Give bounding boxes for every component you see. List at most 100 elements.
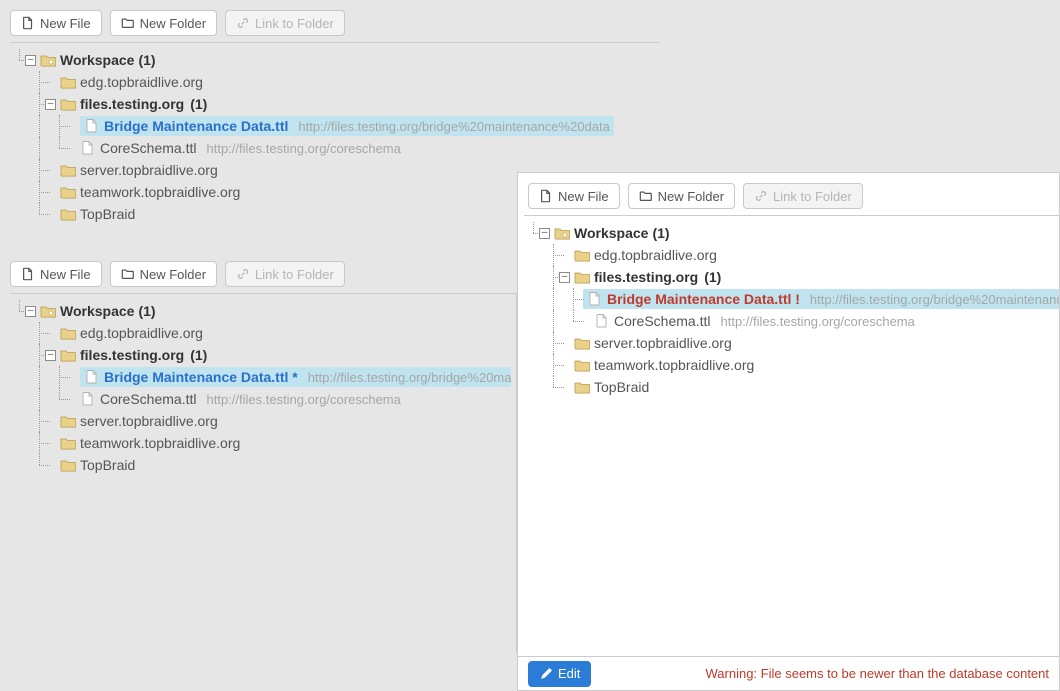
tree-label: CoreSchema.ttl: [100, 391, 196, 407]
new-folder-button[interactable]: New Folder: [628, 183, 735, 209]
tree-label: Bridge Maintenance Data.ttl !: [607, 291, 800, 307]
folder-fill-icon: [574, 379, 590, 395]
collapse-toggle[interactable]: –: [539, 228, 550, 239]
file-icon: [21, 267, 35, 281]
new-folder-label: New Folder: [140, 268, 206, 281]
link-to-folder-button: Link to Folder: [225, 261, 345, 287]
folder-icon: [121, 267, 135, 281]
tree-item-teamwork[interactable]: teamwork.topbraidlive.org: [524, 354, 1059, 376]
tree-label: TopBraid: [80, 206, 135, 222]
tree-label: server.topbraidlive.org: [80, 162, 218, 178]
tree-item-edg[interactable]: edg.topbraidlive.org: [524, 244, 1059, 266]
tree-uri: http://files.testing.org/bridge%20ma: [308, 370, 512, 385]
tree-item-files-testing[interactable]: – files.testing.org (1): [524, 266, 1059, 288]
link-to-folder-button: Link to Folder: [743, 183, 863, 209]
bottom-bar: Edit Warning: File seems to be newer tha…: [518, 656, 1059, 690]
tree-item-files-testing[interactable]: – files.testing.org (1): [10, 344, 516, 366]
link-icon: [754, 189, 768, 203]
file-icon: [539, 189, 553, 203]
toolbar: New File New Folder Link to Folder: [518, 173, 1059, 215]
tree-item-edg[interactable]: edg.topbraidlive.org: [10, 322, 516, 344]
tree-item-coreschema[interactable]: CoreSchema.ttl http://files.testing.org/…: [524, 310, 1059, 332]
tree-count: (1): [652, 225, 669, 241]
tree-uri: http://files.testing.org/coreschema: [206, 392, 400, 407]
tree-right: – Workspace (1) edg.topbraidlive.org – f…: [524, 215, 1059, 408]
tree-item-coreschema[interactable]: CoreSchema.ttl http://files.testing.org/…: [10, 137, 660, 159]
panel-bottom-left: New File New Folder Link to Folder – Wor…: [0, 251, 517, 691]
tree-uri: http://files.testing.org/coreschema: [720, 314, 914, 329]
tree-item-topbraid[interactable]: TopBraid: [524, 376, 1059, 398]
new-file-label: New File: [40, 17, 91, 30]
folder-fill-icon: [60, 74, 76, 90]
tree-bottom-left: – Workspace (1) edg.topbraidlive.org – f…: [10, 293, 517, 653]
doc-icon: [587, 291, 603, 307]
file-icon: [21, 16, 35, 30]
tree-label: CoreSchema.ttl: [100, 140, 196, 156]
folder-fill-icon: [60, 162, 76, 178]
tree-label: CoreSchema.ttl: [614, 313, 710, 329]
folder-icon: [639, 189, 653, 203]
tree-label: Workspace: [60, 52, 134, 68]
warning-text: Warning: File seems to be newer than the…: [706, 666, 1050, 681]
new-file-button[interactable]: New File: [10, 261, 102, 287]
tree-label: server.topbraidlive.org: [80, 413, 218, 429]
tree-item-bridge[interactable]: Bridge Maintenance Data.ttl http://files…: [10, 115, 660, 137]
tree-item-bridge[interactable]: Bridge Maintenance Data.ttl * http://fil…: [10, 366, 516, 388]
tree-count: (1): [190, 347, 207, 363]
tree-root[interactable]: – Workspace (1): [524, 222, 1059, 244]
tree-count: (1): [138, 52, 155, 68]
new-file-button[interactable]: New File: [10, 10, 102, 36]
folder-fill-icon: [60, 184, 76, 200]
new-file-label: New File: [558, 190, 609, 203]
tree-uri: http://files.testing.org/coreschema: [206, 141, 400, 156]
link-to-folder-label: Link to Folder: [773, 190, 852, 203]
edit-button[interactable]: Edit: [528, 661, 591, 687]
tree-item-topbraid[interactable]: TopBraid: [10, 454, 516, 476]
panel-right: New File New Folder Link to Folder – Wor…: [517, 172, 1060, 691]
collapse-toggle[interactable]: –: [25, 55, 36, 66]
tree-item-teamwork[interactable]: teamwork.topbraidlive.org: [10, 432, 516, 454]
toolbar: New File New Folder Link to Folder: [0, 0, 660, 42]
tree-item-server[interactable]: server.topbraidlive.org: [524, 332, 1059, 354]
tree-root[interactable]: – Workspace (1): [10, 300, 516, 322]
folder-special-icon: [40, 52, 56, 68]
tree-label: Bridge Maintenance Data.ttl *: [104, 369, 298, 385]
folder-fill-icon: [60, 206, 76, 222]
collapse-toggle[interactable]: –: [45, 99, 56, 110]
tree-label: files.testing.org: [80, 347, 184, 363]
link-icon: [236, 16, 250, 30]
doc-icon: [594, 313, 610, 329]
folder-fill-icon: [60, 96, 76, 112]
tree-label: Workspace: [574, 225, 648, 241]
tree-item-server[interactable]: server.topbraidlive.org: [10, 410, 516, 432]
doc-icon: [80, 140, 96, 156]
tree-item-coreschema[interactable]: CoreSchema.ttl http://files.testing.org/…: [10, 388, 516, 410]
tree-label: teamwork.topbraidlive.org: [80, 435, 240, 451]
tree-label: teamwork.topbraidlive.org: [594, 357, 754, 373]
tree-label: edg.topbraidlive.org: [80, 74, 203, 90]
new-folder-button[interactable]: New Folder: [110, 261, 217, 287]
tree-count: (1): [704, 269, 721, 285]
tree-item-files-testing[interactable]: – files.testing.org (1): [10, 93, 660, 115]
new-file-button[interactable]: New File: [528, 183, 620, 209]
tree-item-edg[interactable]: edg.topbraidlive.org: [10, 71, 660, 93]
collapse-toggle[interactable]: –: [45, 350, 56, 361]
link-icon: [236, 267, 250, 281]
folder-special-icon: [554, 225, 570, 241]
link-to-folder-label: Link to Folder: [255, 17, 334, 30]
doc-icon: [80, 391, 96, 407]
tree-label: Workspace: [60, 303, 134, 319]
tree-label: TopBraid: [80, 457, 135, 473]
tree-item-bridge[interactable]: Bridge Maintenance Data.ttl ! http://fil…: [524, 288, 1059, 310]
tree-label: TopBraid: [594, 379, 649, 395]
new-folder-button[interactable]: New Folder: [110, 10, 217, 36]
tree-uri: http://files.testing.org/bridge%20mainte…: [298, 119, 609, 134]
folder-icon: [121, 16, 135, 30]
tree-label: server.topbraidlive.org: [594, 335, 732, 351]
tree-root[interactable]: – Workspace (1): [10, 49, 660, 71]
collapse-toggle[interactable]: –: [559, 272, 570, 283]
folder-fill-icon: [574, 269, 590, 285]
tree-count: (1): [138, 303, 155, 319]
tree-label: edg.topbraidlive.org: [594, 247, 717, 263]
collapse-toggle[interactable]: –: [25, 306, 36, 317]
